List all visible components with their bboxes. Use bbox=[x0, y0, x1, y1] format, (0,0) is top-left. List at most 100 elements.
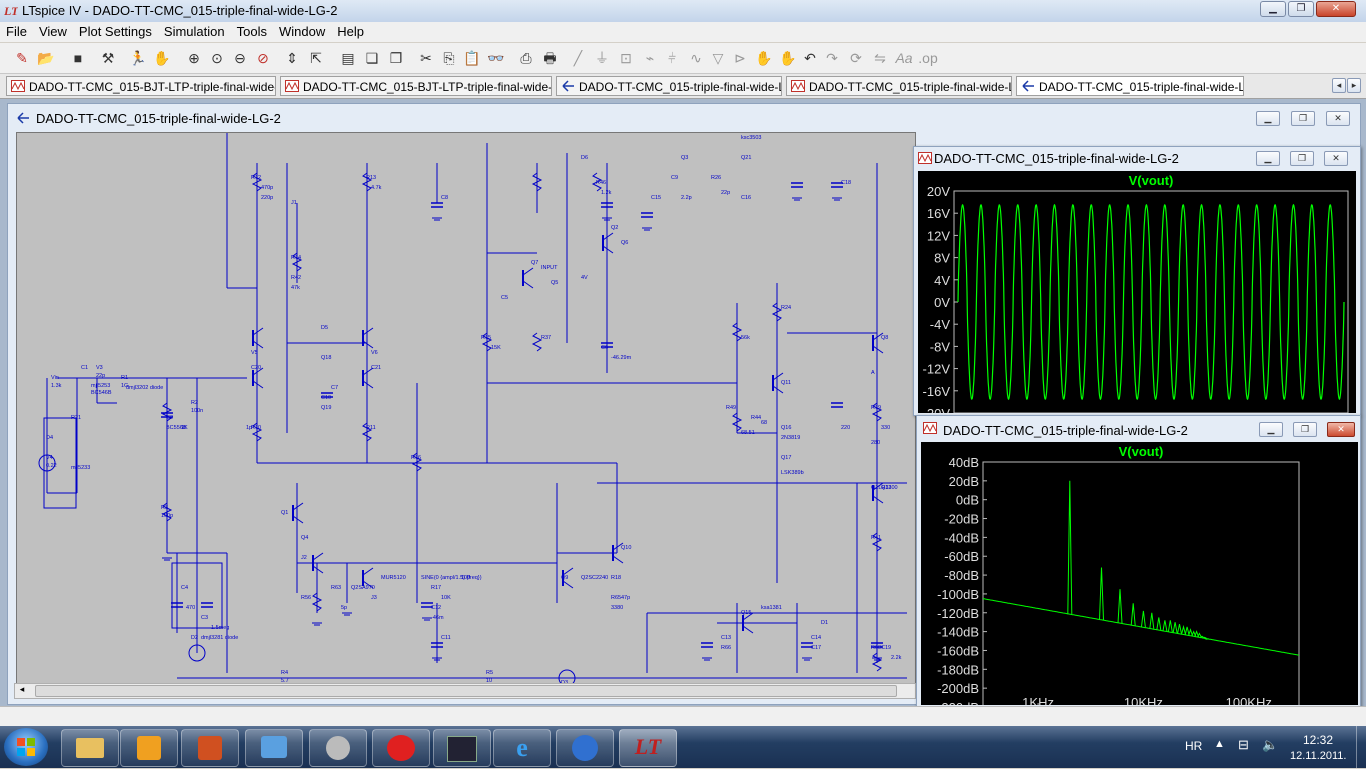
cascade-icon[interactable]: ❏ bbox=[362, 48, 382, 68]
volume-icon[interactable]: 🔈 bbox=[1262, 737, 1278, 753]
schematic-label: 0.22 bbox=[46, 463, 57, 469]
schematic-label: MUR5120 bbox=[381, 575, 406, 581]
menu-help[interactable]: Help bbox=[331, 22, 370, 41]
schematic-label: C8 bbox=[441, 195, 448, 201]
paste-icon[interactable]: 📋 bbox=[462, 48, 482, 68]
cut-icon[interactable]: ✂ bbox=[416, 48, 436, 68]
open-icon[interactable]: 📂 bbox=[36, 48, 56, 68]
menu-window[interactable]: Window bbox=[273, 22, 331, 41]
new-schematic-icon[interactable]: ✎ bbox=[12, 48, 32, 68]
time-plot-minimize-button[interactable]: ▁ bbox=[1256, 151, 1280, 166]
tab-scroll-left-icon[interactable]: ◂ bbox=[1332, 78, 1346, 93]
schematic-canvas[interactable]: Vin V3 V4 R1 R2 R3 R4 R5 R10 R11 R12 R13 R14 R15 R16 R1… bbox=[16, 132, 916, 684]
time-plot-close-button[interactable]: ✕ bbox=[1324, 151, 1348, 166]
schematic-label: R15 bbox=[481, 335, 491, 341]
tab-schematic-active[interactable]: DADO-TT-CMC_015-triple-final-wide-LG-2 bbox=[1016, 76, 1244, 96]
undo-icon[interactable]: ↶ bbox=[800, 48, 820, 68]
minimize-button[interactable]: ▁ bbox=[1260, 1, 1286, 17]
schematic-label: dmjl3202 diode bbox=[126, 385, 163, 391]
rotate-icon[interactable]: ⟳ bbox=[846, 48, 866, 68]
menu-plot-settings[interactable]: Plot Settings bbox=[73, 22, 158, 41]
run-icon[interactable]: 🏃 bbox=[128, 48, 148, 68]
zoom-in-icon[interactable]: ⊕ bbox=[184, 48, 204, 68]
start-button[interactable] bbox=[4, 728, 48, 766]
restore-button[interactable]: ❐ bbox=[1288, 1, 1314, 17]
capacitor-icon[interactable]: ⫩ bbox=[662, 48, 682, 68]
tile-horizontal-icon[interactable]: ▤ bbox=[338, 48, 358, 68]
menu-tools[interactable]: Tools bbox=[231, 22, 273, 41]
mirror-icon[interactable]: ⇋ bbox=[870, 48, 890, 68]
copy-icon[interactable]: ⎘ bbox=[439, 48, 459, 68]
fft-plot-minimize-button[interactable]: ▁ bbox=[1259, 422, 1283, 437]
scroll-left-icon[interactable]: ◂ bbox=[15, 684, 29, 696]
clock-time[interactable]: 12:32 bbox=[1303, 733, 1333, 747]
antivirus-taskbar-icon[interactable] bbox=[372, 729, 430, 767]
scroll-thumb[interactable] bbox=[35, 685, 897, 697]
schematic-label: R46 bbox=[596, 180, 606, 186]
autorange-y-icon[interactable]: ⇕ bbox=[282, 48, 302, 68]
autorange-icon[interactable]: ⇱ bbox=[306, 48, 326, 68]
resistor-icon[interactable]: ⌁ bbox=[640, 48, 660, 68]
wire-icon[interactable]: ╱ bbox=[568, 48, 588, 68]
fft-plot-graph[interactable]: 40dB 20dB 0dB -20dB -40dB -60dB -80dB -100dB -12… bbox=[921, 442, 1358, 715]
x-tick-label: 100KHz bbox=[1226, 695, 1272, 705]
drag-icon[interactable]: ✋ bbox=[778, 48, 798, 68]
media-player-taskbar-icon[interactable] bbox=[120, 729, 178, 767]
tab-schematic-1[interactable]: DADO-TT-CMC_015-triple-final-wide-LG-2 bbox=[556, 76, 782, 96]
office-taskbar-icon[interactable] bbox=[181, 729, 239, 767]
oscilloscope-taskbar-icon[interactable] bbox=[433, 729, 491, 767]
fft-plot-canvas[interactable]: 40dB 20dB 0dB -20dB -40dB -60dB -80dB -100dB -12… bbox=[921, 442, 1358, 715]
tab-plot-2[interactable]: DADO-TT-CMC_015-BJT-LTP-triple-final-wid… bbox=[280, 76, 552, 96]
schematic-close-button[interactable]: ✕ bbox=[1326, 111, 1350, 126]
move-icon[interactable]: ✋ bbox=[754, 48, 774, 68]
zoom-out-icon[interactable]: ⊖ bbox=[230, 48, 250, 68]
inductor-icon[interactable]: ∿ bbox=[686, 48, 706, 68]
time-plot-canvas[interactable]: 20V 16V 12V 8V 4V 0V -4V -8V -12V -16V -20V V(vout) bbox=[918, 171, 1356, 421]
menu-view[interactable]: View bbox=[33, 22, 73, 41]
schematic-minimize-button[interactable]: ▁ bbox=[1256, 111, 1280, 126]
control-panel-icon[interactable]: ⚒ bbox=[98, 48, 118, 68]
schematic-drawing[interactable]: Vin V3 V4 R1 R2 R3 R4 R5 R10 R11 R12 R13 R14 R15 R16 R1… bbox=[17, 133, 915, 683]
component-icon[interactable]: ⊳ bbox=[730, 48, 750, 68]
explorer-taskbar-icon[interactable] bbox=[61, 729, 119, 767]
file-manager-taskbar-icon[interactable] bbox=[245, 729, 303, 767]
menu-file[interactable]: File bbox=[0, 22, 33, 41]
time-plot-graph[interactable]: 20V 16V 12V 8V 4V 0V -4V -8V -12V -16V -20V V(vout) bbox=[918, 171, 1356, 421]
redo-icon[interactable]: ↷ bbox=[822, 48, 842, 68]
save-icon[interactable]: ■ bbox=[68, 48, 88, 68]
tab-plot-1[interactable]: DADO-TT-CMC_015-BJT-LTP-triple-final-wid… bbox=[6, 76, 276, 96]
ltspice-taskbar-icon[interactable]: LT bbox=[619, 729, 677, 767]
internet-explorer-taskbar-icon[interactable]: e bbox=[493, 729, 551, 767]
schematic-label: R56 bbox=[301, 595, 311, 601]
halt-icon[interactable]: ✋ bbox=[152, 48, 172, 68]
label-net-icon[interactable]: ⊡ bbox=[616, 48, 636, 68]
schematic-horizontal-scrollbar[interactable]: ◂ bbox=[14, 683, 916, 699]
close-button[interactable]: ✕ bbox=[1316, 1, 1356, 17]
pan-icon[interactable]: ⊙ bbox=[207, 48, 227, 68]
language-indicator[interactable]: HR bbox=[1185, 739, 1202, 753]
browser-taskbar-icon[interactable] bbox=[556, 729, 614, 767]
schematic-restore-button[interactable]: ❐ bbox=[1291, 111, 1315, 126]
show-desktop-button[interactable] bbox=[1356, 726, 1366, 768]
spice-directive-icon[interactable]: .op bbox=[918, 48, 938, 68]
text-icon[interactable]: Aa bbox=[894, 48, 914, 68]
fft-plot-close-button[interactable]: ✕ bbox=[1327, 422, 1355, 437]
clock-date[interactable]: 12.11.2011. bbox=[1290, 750, 1346, 762]
audio-tool-taskbar-icon[interactable] bbox=[309, 729, 367, 767]
print-icon[interactable]: 🖶 bbox=[540, 48, 560, 68]
show-hidden-icons-icon[interactable]: ▲ bbox=[1214, 738, 1225, 750]
schematic-label: R17 bbox=[431, 585, 441, 591]
fft-plot-restore-button[interactable]: ❐ bbox=[1293, 422, 1317, 437]
zoom-cancel-icon[interactable]: ⊘ bbox=[253, 48, 273, 68]
y-tick-label: -100dB bbox=[937, 587, 979, 602]
tab-plot-3[interactable]: DADO-TT-CMC_015-triple-final-wide-LG-2 bbox=[786, 76, 1012, 96]
diode-icon[interactable]: ▽ bbox=[708, 48, 728, 68]
close-all-icon[interactable]: ❐ bbox=[386, 48, 406, 68]
tab-scroll-right-icon[interactable]: ▸ bbox=[1347, 78, 1361, 93]
ground-icon[interactable]: ⏚ bbox=[592, 48, 612, 68]
menu-simulation[interactable]: Simulation bbox=[158, 22, 231, 41]
find-icon[interactable]: 👓 bbox=[486, 48, 506, 68]
print-preview-icon[interactable]: ⎙ bbox=[516, 48, 536, 68]
time-plot-restore-button[interactable]: ❐ bbox=[1290, 151, 1314, 166]
network-icon[interactable]: ⊟ bbox=[1238, 737, 1249, 753]
